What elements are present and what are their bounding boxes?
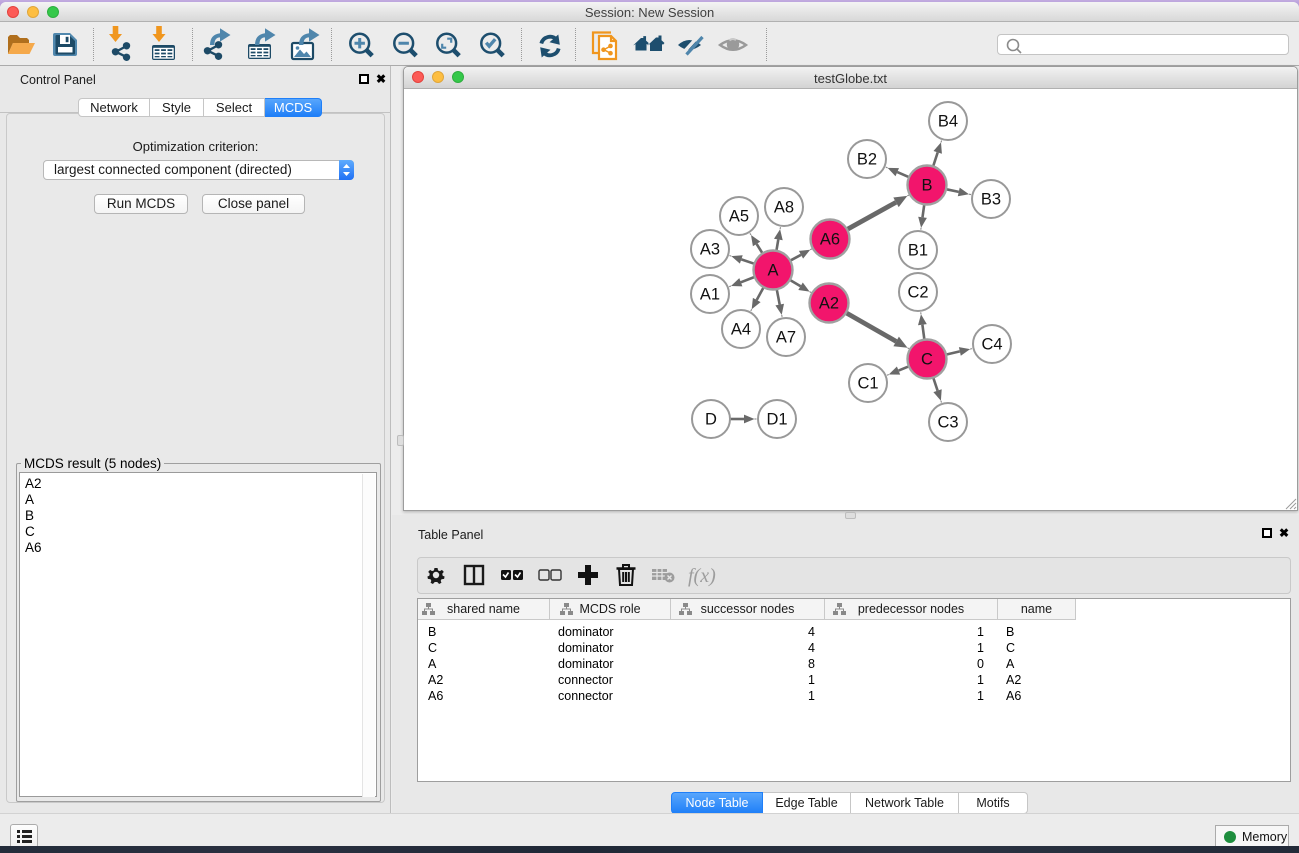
svg-text:A4: A4 xyxy=(731,321,751,339)
svg-text:B3: B3 xyxy=(981,191,1001,209)
svg-text:B2: B2 xyxy=(857,151,877,169)
svg-text:A5: A5 xyxy=(729,208,749,226)
svg-text:C4: C4 xyxy=(981,336,1002,354)
svg-text:D1: D1 xyxy=(766,411,787,429)
svg-text:C2: C2 xyxy=(907,284,928,302)
svg-text:C: C xyxy=(921,351,933,369)
svg-text:f(x): f(x) xyxy=(688,565,716,587)
svg-text:A2: A2 xyxy=(819,295,839,313)
svg-text:A6: A6 xyxy=(820,231,840,249)
svg-text:A1: A1 xyxy=(700,286,720,304)
svg-text:A8: A8 xyxy=(774,199,794,217)
svg-text:A7: A7 xyxy=(776,329,796,347)
svg-text:A3: A3 xyxy=(700,241,720,259)
svg-text:B: B xyxy=(921,177,932,195)
svg-text:B1: B1 xyxy=(908,242,928,260)
svg-text:A: A xyxy=(767,262,778,280)
svg-text:C1: C1 xyxy=(857,375,878,393)
svg-text:C3: C3 xyxy=(937,414,958,432)
svg-text:B4: B4 xyxy=(938,113,958,131)
svg-text:D: D xyxy=(705,411,717,429)
